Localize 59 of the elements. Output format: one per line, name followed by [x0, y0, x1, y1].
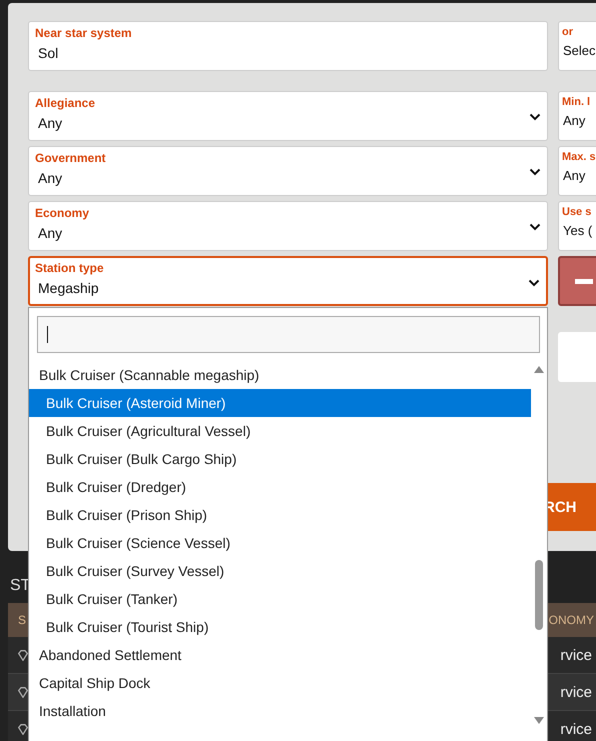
select-field[interactable]: Government Any	[28, 146, 548, 196]
select-field[interactable]: Economy Any	[28, 201, 548, 251]
field-value: Megaship	[37, 280, 99, 296]
select-field[interactable]: Station type Megaship	[28, 256, 548, 306]
field-label: Use s	[562, 206, 592, 218]
field-value: Any	[37, 170, 62, 186]
text-field[interactable]: Near star system Sol	[28, 21, 548, 71]
select-field[interactable]: Allegiance Any	[28, 91, 548, 141]
field-value: Any	[562, 113, 586, 128]
search-field[interactable]	[37, 316, 540, 353]
gem-icon	[18, 686, 28, 698]
field-label: Max. s	[562, 151, 596, 163]
table-cell: rvice	[560, 646, 592, 664]
column-header: S	[18, 613, 26, 627]
field-label: Min. l	[562, 96, 592, 108]
select-field[interactable]: Min. l Any	[558, 91, 596, 141]
dropdown-option[interactable]: Bulk Cruiser (Scannable megaship)	[29, 361, 532, 389]
dropdown-option[interactable]: Bulk Cruiser (Tanker)	[29, 585, 532, 613]
field-label: Station type	[35, 261, 105, 275]
gem-icon	[18, 650, 28, 660]
dropdown-option[interactable]: Bulk Cruiser (Bulk Cargo Ship)	[29, 445, 532, 473]
table-cell: rvice	[560, 720, 592, 738]
field-label: Allegiance	[35, 96, 96, 110]
dropdown-option[interactable]: Bulk Cruiser (Survey Vessel)	[29, 557, 532, 585]
chevron-down-icon	[529, 113, 541, 121]
text-cursor	[47, 326, 48, 343]
field-value: Any	[37, 115, 62, 131]
scroll-down-icon	[534, 717, 544, 724]
dropdown-option[interactable]: Bulk Cruiser (Tourist Ship)	[29, 613, 532, 641]
field-label: or	[562, 26, 574, 38]
chevron-down-icon	[528, 279, 540, 287]
field-label: Economy	[35, 206, 90, 220]
scroll-thumb[interactable]	[535, 560, 544, 630]
section-heading: ST	[10, 577, 30, 596]
gem-icon	[18, 724, 28, 734]
dropdown-option[interactable]: Installation	[29, 697, 532, 725]
minus-icon	[575, 278, 593, 284]
field-value: Any	[562, 168, 586, 183]
field-value: Any	[37, 225, 62, 241]
column-header: ONOMY	[548, 613, 594, 627]
field-value: Sol	[37, 45, 58, 61]
dropdown-option[interactable]: Bulk Cruiser (Dredger)	[29, 473, 532, 501]
dropdown-option[interactable]: Bulk Cruiser (Agricultural Vessel)	[29, 417, 532, 445]
field-value: Yes (	[562, 223, 592, 238]
select-field[interactable]: or Selec	[558, 21, 596, 71]
chevron-down-icon	[529, 223, 541, 231]
field-label: Government	[35, 151, 107, 165]
field-value: Selec	[562, 43, 596, 58]
select-field[interactable]: Max. s Any	[558, 146, 596, 196]
dropdown-option[interactable]: Bulk Cruiser (Prison Ship)	[29, 501, 532, 529]
scroll-up-icon	[534, 366, 544, 373]
dropdown-option[interactable]: Bulk Cruiser (Asteroid Miner)	[29, 389, 532, 417]
field-label: Near star system	[35, 26, 133, 40]
table-cell: rvice	[560, 684, 592, 700]
dropdown-option[interactable]: Abandoned Settlement	[29, 641, 532, 669]
dropdown-option[interactable]: Capital Ship Dock	[29, 669, 532, 697]
chevron-down-icon	[529, 168, 541, 176]
dropdown-option[interactable]: Bulk Cruiser (Science Vessel)	[29, 529, 532, 557]
select-field[interactable]: Use s Yes (	[558, 201, 596, 251]
